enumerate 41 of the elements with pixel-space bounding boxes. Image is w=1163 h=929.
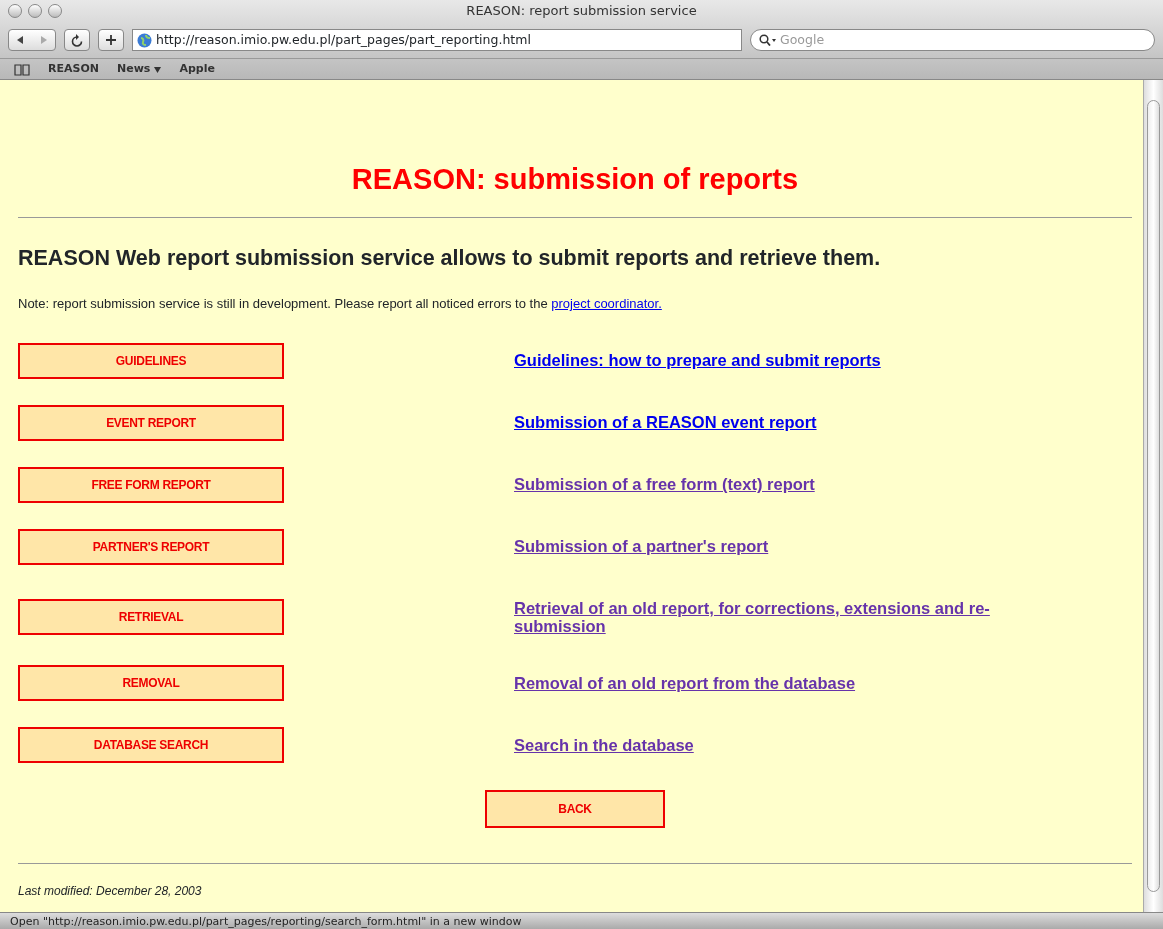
add-bookmark-button[interactable] <box>98 29 124 51</box>
page-link[interactable]: Submission of a partner's report <box>514 537 1054 556</box>
globe-icon <box>137 32 152 48</box>
search-icon <box>759 34 777 46</box>
nav-button[interactable]: GUIDELINES <box>18 342 284 379</box>
reload-icon <box>71 33 83 47</box>
status-bar: Open "http://reason.imio.pw.edu.pl/part_pages/reporting/search_form.html" in a new window <box>0 912 1163 929</box>
page-link[interactable]: Retrieval of an old report, for corrections, extensions and re-submission <box>514 598 1054 635</box>
nav-button[interactable]: PARTNER'S REPORT <box>18 528 284 565</box>
nav-button[interactable]: FREE FORM REPORT <box>18 466 284 503</box>
close-icon[interactable] <box>8 4 22 18</box>
page-link[interactable]: Search in the database <box>514 735 1054 754</box>
last-modified-text: Last modified: December 28, 2003 <box>18 882 203 900</box>
caret-icon[interactable] <box>154 66 162 73</box>
window-title: REASON: report submission service <box>466 3 697 18</box>
note-text: Note: report submission service is still in development. Please report all noticed errors to the project coordinator. <box>18 295 663 314</box>
book-icon[interactable] <box>14 63 30 76</box>
arrows-icon <box>15 35 49 45</box>
bookmark-menu[interactable]: News <box>117 61 151 78</box>
page-link[interactable]: Submission of a REASON event report <box>514 413 1054 432</box>
bookmark-item[interactable]: REASON <box>48 61 99 78</box>
page-link[interactable]: Submission of a free form (text) report <box>514 475 1054 494</box>
address-field[interactable]: http://reason.imio.pw.edu.pl/part_pages/part_reporting.html <box>132 29 742 51</box>
scrollbar-thumb[interactable] <box>1147 100 1160 892</box>
nav-button[interactable]: RETRIEVAL <box>18 598 284 635</box>
bookmark-item[interactable]: Apple <box>179 61 215 78</box>
back-button[interactable]: BACK <box>485 789 665 828</box>
nav-button[interactable]: EVENT REPORT <box>18 404 284 441</box>
minimize-icon[interactable] <box>28 4 42 18</box>
coordinator-link[interactable]: project coordinator. <box>551 296 662 312</box>
scrollbar[interactable] <box>1143 80 1163 912</box>
intro-heading: REASON Web report submission service allows to submit reports and retrieve them. <box>18 244 882 272</box>
nav-button[interactable]: DATABASE SEARCH <box>18 726 284 763</box>
nav-button[interactable]: REMOVAL <box>18 664 284 701</box>
zoom-icon[interactable] <box>48 4 62 18</box>
reload-button[interactable] <box>64 29 90 51</box>
back-forward-button[interactable] <box>8 29 56 51</box>
page-link[interactable]: Guidelines: how to prepare and submit reports <box>514 351 1054 370</box>
page-title: REASON: submission of reports <box>350 162 800 197</box>
page-link[interactable]: Removal of an old report from the database <box>514 673 1054 692</box>
plus-icon <box>105 34 117 46</box>
